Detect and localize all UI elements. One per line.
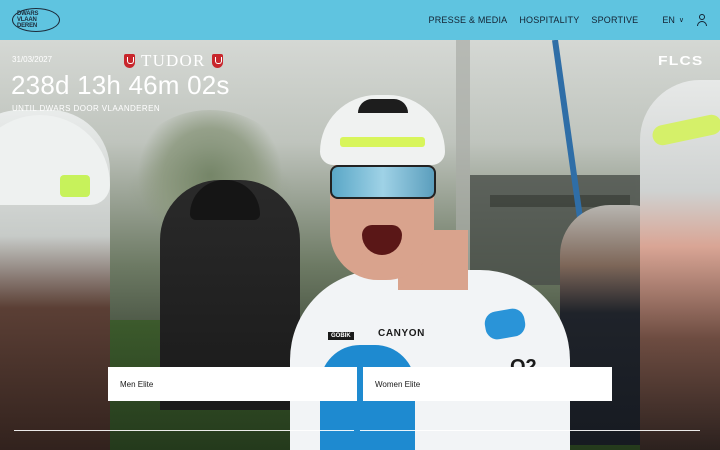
user-icon[interactable] [696, 14, 708, 26]
site-header: DWARS VLAAN DEREN PRESSE & MEDIA HOSPITA… [0, 0, 720, 40]
slide-progress-segment[interactable] [14, 430, 354, 431]
flcs-sponsor-logo[interactable]: FLCS [658, 53, 704, 68]
nav-item-sportive[interactable]: SPORTIVE [591, 15, 638, 25]
language-selector[interactable]: EN ∨ [662, 15, 684, 25]
slide-progress-indicator [14, 430, 706, 431]
photo-rider-right [640, 80, 720, 450]
category-button-women-elite[interactable]: Women Elite [363, 367, 612, 401]
logo-line-3: DEREN [17, 23, 38, 29]
nav-item-presse-media[interactable]: PRESSE & MEDIA [429, 15, 508, 25]
language-label: EN [662, 15, 675, 25]
dwars-door-vlaanderen-logo[interactable]: DWARS VLAAN DEREN [12, 8, 60, 32]
chevron-down-icon: ∨ [678, 17, 684, 24]
countdown-timer: 238d 13h 46m 02s [11, 70, 230, 100]
tudor-sponsor-logo[interactable]: TUDOR [124, 51, 223, 71]
hero-section: GOBIK CANYON O2 31/03/2027 238d 13h 46m … [0, 40, 720, 450]
jersey-canyon-text: CANYON [378, 328, 425, 339]
tudor-shield-icon [211, 54, 223, 68]
jersey-gobik-text: GOBIK [328, 332, 354, 340]
countdown-caption: UNTIL DWARS DOOR VLAANDEREN [12, 104, 161, 113]
tudor-shield-icon [124, 54, 135, 68]
category-button-men-elite[interactable]: Men Elite [108, 367, 357, 401]
race-date: 31/03/2027 [12, 55, 53, 64]
slide-progress-segment[interactable] [360, 430, 700, 431]
tudor-wordmark: TUDOR [141, 51, 206, 70]
nav-item-hospitality[interactable]: HOSPITALITY [519, 15, 579, 25]
main-nav: PRESSE & MEDIA HOSPITALITY SPORTIVE EN ∨ [417, 0, 708, 40]
